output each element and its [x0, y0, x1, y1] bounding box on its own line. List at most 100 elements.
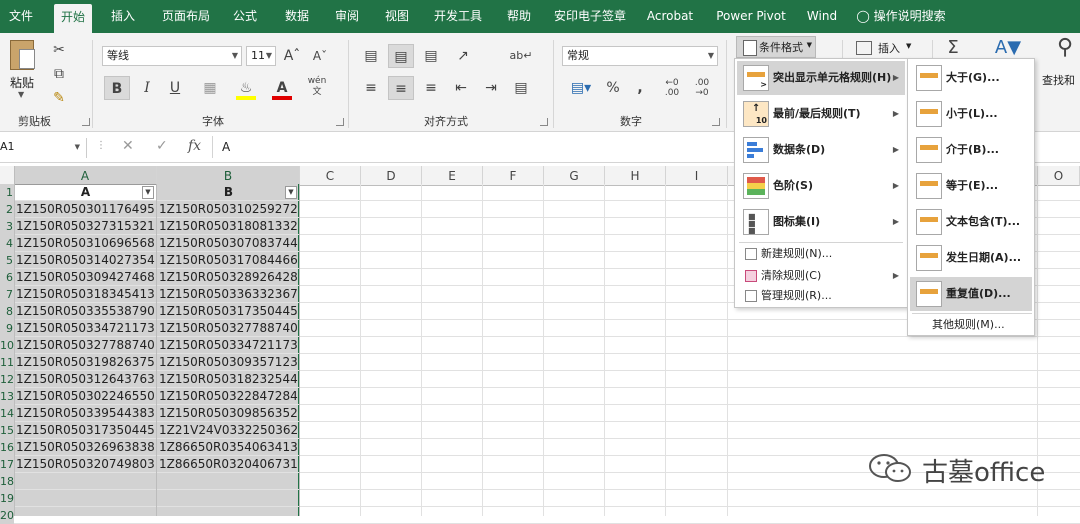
- table-cell[interactable]: 1Z150R050334721173: [16, 320, 157, 337]
- column-header-c[interactable]: C: [300, 166, 361, 186]
- align-top-icon[interactable]: ▤: [358, 44, 384, 68]
- table-cell[interactable]: 1Z150R050312643763: [16, 371, 157, 388]
- column-header-b[interactable]: B: [157, 166, 300, 186]
- accounting-format-icon[interactable]: ▤▾: [566, 76, 596, 100]
- menu-item-top-bottom-rules[interactable]: ↑ 10 最前/最后规则(T) ▶: [737, 97, 905, 131]
- wrap-text-icon[interactable]: ab↵: [508, 44, 534, 68]
- table-cell[interactable]: 1Z150R050335538790: [16, 303, 157, 320]
- row-header[interactable]: 16: [0, 439, 14, 456]
- align-right-icon[interactable]: ≡: [418, 76, 444, 100]
- header-cell-b[interactable]: B: [157, 184, 300, 201]
- submenu-item-less-than[interactable]: 小于(L)...: [910, 97, 1032, 131]
- table-cell[interactable]: 1Z150R050327788740: [16, 337, 157, 354]
- row-header[interactable]: 17: [0, 456, 14, 473]
- increase-indent-icon[interactable]: ⇥: [478, 76, 504, 100]
- merge-center-icon[interactable]: ▤: [508, 76, 534, 100]
- formula-input[interactable]: A: [222, 140, 230, 154]
- table-cell[interactable]: 1Z150R050328926428: [159, 269, 300, 286]
- row-header[interactable]: 18: [0, 473, 14, 490]
- insert-cells-button[interactable]: 插入 ▼: [852, 38, 912, 58]
- name-box[interactable]: A1 ▼: [0, 138, 87, 158]
- column-header-g[interactable]: G: [544, 166, 605, 186]
- table-cell[interactable]: 1Z150R050327315321: [16, 218, 157, 235]
- conditional-format-button[interactable]: 条件格式 ▼: [736, 36, 816, 58]
- tab-home[interactable]: 开始: [54, 4, 92, 33]
- fill-color-icon[interactable]: ♨: [234, 76, 258, 100]
- number-launcher-icon[interactable]: [712, 118, 720, 126]
- submenu-item-equal-to[interactable]: 等于(E)...: [910, 169, 1032, 203]
- row-header[interactable]: 10: [0, 337, 14, 354]
- decrease-font-icon[interactable]: Aˇ: [310, 44, 330, 68]
- tab-file[interactable]: 文件: [6, 0, 36, 33]
- border-icon[interactable]: ▦: [198, 76, 222, 100]
- table-cell[interactable]: 1Z150R050318232544: [159, 371, 300, 388]
- menu-item-color-scales[interactable]: 色阶(S) ▶: [737, 169, 905, 203]
- submenu-item-other-rules[interactable]: 其他规则(M)...: [910, 314, 1032, 336]
- tab-acrobat[interactable]: Acrobat: [646, 0, 694, 33]
- submenu-item-text-contains[interactable]: 文本包含(T)...: [910, 205, 1032, 239]
- find-select-icon[interactable]: ⚲: [1050, 36, 1080, 66]
- filter-dropdown-b[interactable]: ▼: [285, 186, 297, 199]
- decrease-indent-icon[interactable]: ⇤: [448, 76, 474, 100]
- table-cell[interactable]: 1Z150R050309357123: [159, 354, 300, 371]
- insert-function-icon[interactable]: fx: [188, 138, 201, 154]
- font-name-dropdown[interactable]: 等线 ▼: [102, 46, 242, 66]
- format-painter-icon[interactable]: ✎: [48, 86, 70, 106]
- table-cell[interactable]: 1Z21V24V0332250362: [159, 422, 300, 439]
- table-cell[interactable]: 1Z150R050320749803: [16, 456, 157, 473]
- table-cell[interactable]: 1Z150R050317084466: [159, 252, 300, 269]
- font-launcher-icon[interactable]: [336, 118, 344, 126]
- table-cell[interactable]: 1Z150R050336332367: [159, 286, 300, 303]
- column-header-i[interactable]: I: [666, 166, 728, 186]
- column-header-a[interactable]: A: [14, 166, 157, 186]
- row-header[interactable]: 12: [0, 371, 14, 388]
- table-cell[interactable]: 1Z150R050317350445: [159, 303, 300, 320]
- align-left-icon[interactable]: ≡: [358, 76, 384, 100]
- table-cell[interactable]: 1Z150R050318081332: [159, 218, 300, 235]
- tab-review[interactable]: 审阅: [332, 0, 362, 33]
- align-center-icon[interactable]: ≡: [388, 76, 414, 100]
- row-header[interactable]: 1: [0, 184, 14, 201]
- column-header-e[interactable]: E: [422, 166, 483, 186]
- font-color-icon[interactable]: A: [270, 76, 294, 100]
- tab-data[interactable]: 数据: [282, 0, 312, 33]
- tab-esign[interactable]: 安印电子签章: [554, 0, 626, 33]
- row-header[interactable]: 14: [0, 405, 14, 422]
- submenu-item-duplicate-values[interactable]: 重复值(D)...: [910, 277, 1032, 311]
- menu-item-icon-sets[interactable]: ■ ■ ■ 图标集(I) ▶: [737, 205, 905, 239]
- autosum-icon[interactable]: Σ: [940, 36, 966, 60]
- tab-power-pivot[interactable]: Power Pivot: [716, 0, 786, 33]
- table-cell[interactable]: 1Z150R050309856352: [159, 405, 300, 422]
- submenu-item-greater-than[interactable]: 大于(G)...: [910, 61, 1032, 95]
- cancel-icon[interactable]: ✕: [122, 138, 134, 154]
- row-header[interactable]: 5: [0, 252, 14, 269]
- alignment-launcher-icon[interactable]: [540, 118, 548, 126]
- tab-insert[interactable]: 插入: [108, 0, 138, 33]
- submenu-item-date-occurring[interactable]: 发生日期(A)...: [910, 241, 1032, 275]
- bold-button[interactable]: B: [104, 76, 130, 100]
- tab-wind[interactable]: Wind: [806, 0, 838, 33]
- number-format-dropdown[interactable]: 常规 ▼: [562, 46, 718, 66]
- table-cell[interactable]: 1Z150R050322847284: [159, 388, 300, 405]
- menu-item-new-rule[interactable]: 新建规则(N)...: [737, 243, 905, 265]
- copy-icon[interactable]: ⧉: [48, 62, 70, 82]
- table-cell[interactable]: 1Z150R050339544383: [16, 405, 157, 422]
- table-cell[interactable]: 1Z150R050317350445: [16, 422, 157, 439]
- phonetic-icon[interactable]: wén 文: [304, 76, 330, 104]
- row-header[interactable]: 3: [0, 218, 14, 235]
- menu-item-highlight-rules[interactable]: > 突出显示单元格规则(H) ▶: [737, 61, 905, 95]
- increase-decimal-icon[interactable]: ←0 .00: [660, 78, 684, 102]
- menu-item-clear-rules[interactable]: 清除规则(C) ▶: [737, 265, 905, 287]
- percent-button[interactable]: %: [602, 76, 624, 100]
- tab-developer[interactable]: 开发工具: [432, 0, 484, 33]
- menu-item-manage-rules[interactable]: 管理规则(R)...: [737, 285, 905, 307]
- align-bottom-icon[interactable]: ▤: [418, 44, 444, 68]
- tell-me-search[interactable]: ◯ 操作说明搜索: [856, 0, 946, 33]
- submenu-item-between[interactable]: 介于(B)...: [910, 133, 1032, 167]
- paste-button[interactable]: 粘贴 ▼: [6, 38, 38, 100]
- column-header-o[interactable]: O: [1038, 166, 1080, 186]
- menu-item-data-bars[interactable]: 数据条(D) ▶: [737, 133, 905, 167]
- table-cell[interactable]: 1Z150R050309427468: [16, 269, 157, 286]
- decrease-decimal-icon[interactable]: .00 →0: [690, 78, 714, 102]
- find-select-label[interactable]: 查找和: [1042, 72, 1075, 88]
